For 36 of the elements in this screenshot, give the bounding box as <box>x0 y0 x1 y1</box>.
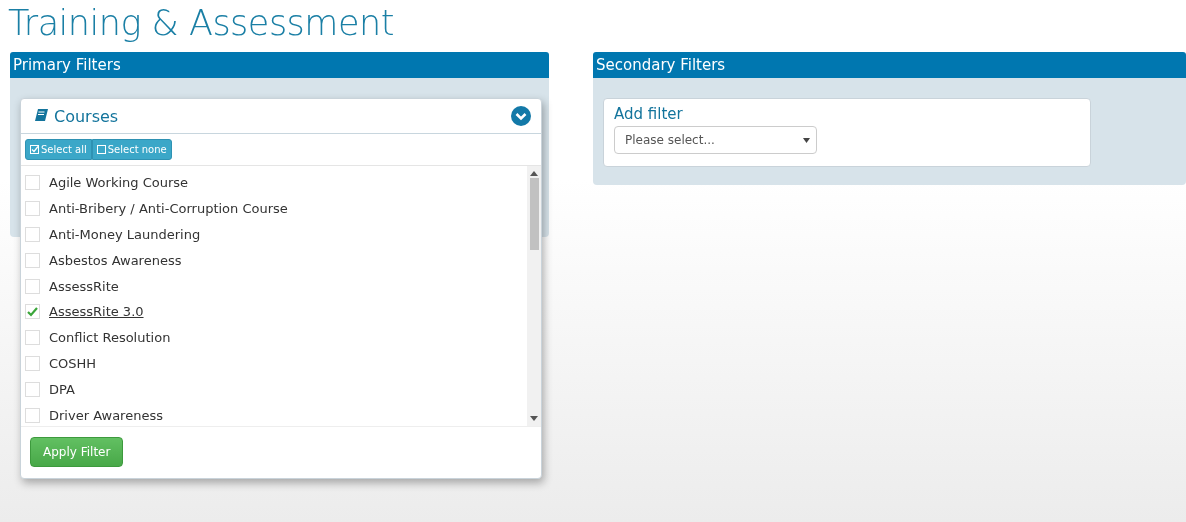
filter-title[interactable]: Courses <box>35 106 119 126</box>
scroll-thumb[interactable] <box>529 178 539 250</box>
checkbox[interactable] <box>25 175 40 191</box>
course-option[interactable]: Conflict Resolution <box>49 330 171 346</box>
checkbox[interactable] <box>25 330 40 346</box>
course-option[interactable]: AssessRite <box>49 278 119 294</box>
checked-box-icon <box>30 145 39 154</box>
course-option[interactable]: Anti-Bribery / Anti-Corruption Course <box>49 201 288 217</box>
checkbox[interactable] <box>25 381 40 397</box>
chevron-down-icon[interactable] <box>511 106 531 126</box>
scroll-down-icon[interactable] <box>530 416 538 422</box>
course-option[interactable]: Agile Working Course <box>49 175 189 191</box>
caret-icon <box>803 137 810 143</box>
filter-select[interactable]: Please select... <box>614 126 817 154</box>
course-option[interactable]: COSHH <box>49 355 97 371</box>
book-icon <box>35 109 48 123</box>
panel-header: Primary Filters <box>10 52 549 78</box>
checkbox[interactable] <box>25 227 40 242</box>
course-option[interactable]: Anti-Money Laundering <box>49 227 201 242</box>
add-filter-label: Add filter <box>613 104 684 125</box>
checkbox[interactable] <box>25 304 40 320</box>
page-title: Training & Assessment <box>8 2 395 45</box>
course-option[interactable]: Driver Awareness <box>49 407 163 423</box>
panel-header: Secondary Filters <box>593 52 1186 78</box>
course-option[interactable]: Asbestos Awareness <box>49 252 182 268</box>
course-option[interactable]: DPA <box>49 381 75 397</box>
checkbox[interactable] <box>25 252 40 268</box>
course-option[interactable]: AssessRite 3.0 <box>49 304 144 320</box>
checkbox[interactable] <box>25 407 40 423</box>
scroll-up-icon[interactable] <box>530 170 538 176</box>
scrollbar[interactable] <box>527 166 541 426</box>
checkbox[interactable] <box>25 201 40 217</box>
checkbox[interactable] <box>25 278 40 294</box>
checkbox[interactable] <box>25 355 40 371</box>
check-icon <box>27 306 38 317</box>
empty-box-icon <box>96 145 106 154</box>
